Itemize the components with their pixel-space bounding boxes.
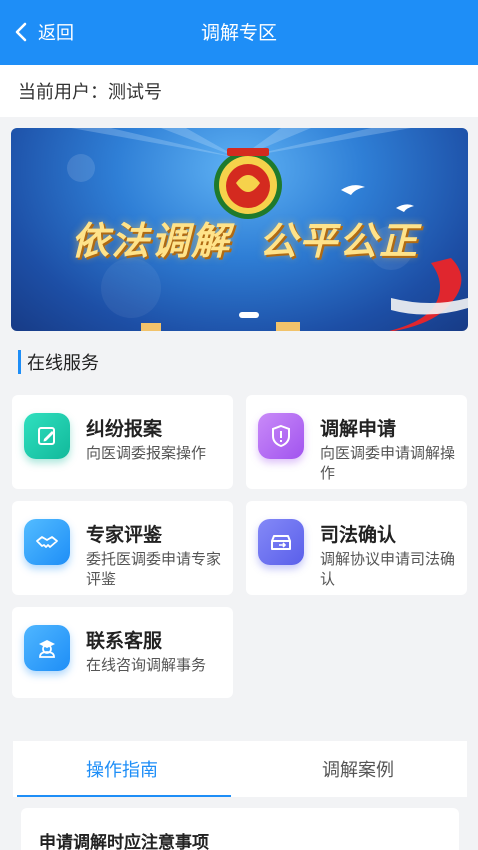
service-card-dispute-report[interactable]: 纠纷报案 向医调委报案操作 xyxy=(12,395,233,489)
online-services-title: 在线服务 xyxy=(27,353,99,374)
notice-title: 申请调解时应注意事项 xyxy=(39,833,209,850)
edit-icon xyxy=(24,413,70,459)
carousel-indicator[interactable] xyxy=(239,312,259,318)
shield-alert-icon xyxy=(258,413,304,459)
service-desc: 向医调委申请调解操作 xyxy=(320,444,456,482)
current-user-bar: 当前用户：测试号 xyxy=(0,65,478,117)
handshake-icon xyxy=(24,519,70,565)
section-accent-bar xyxy=(18,350,21,374)
tab-mediation-cases[interactable]: 调解案例 xyxy=(249,741,467,797)
service-card-mediation-apply[interactable]: 调解申请 向医调委申请调解操作 xyxy=(246,395,467,489)
agent-icon xyxy=(24,625,70,671)
top-bar: 返回 调解专区 xyxy=(0,0,478,65)
current-user-label: 当前用户：测试号 xyxy=(18,82,162,103)
notice-card[interactable]: 申请调解时应注意事项 xyxy=(21,808,459,850)
guide-tabs: 操作指南 调解案例 xyxy=(13,741,467,797)
service-card-customer-service[interactable]: 联系客服 在线咨询调解事务 xyxy=(12,607,233,698)
service-title: 司法确认 xyxy=(320,524,397,546)
service-title: 联系客服 xyxy=(86,630,163,652)
service-card-judicial-confirm[interactable]: 司法确认 调解协议申请司法确认 xyxy=(246,501,467,595)
online-services-heading: 在线服务 xyxy=(18,350,99,374)
service-desc: 在线咨询调解事务 xyxy=(86,656,207,674)
service-title: 调解申请 xyxy=(320,418,397,440)
document-box-icon xyxy=(258,519,304,565)
service-desc: 委托医调委申请专家评鉴 xyxy=(86,550,222,588)
banner-carousel[interactable]: 依法调解 公平公正 xyxy=(11,128,468,331)
page-title: 调解专区 xyxy=(200,22,277,44)
service-card-expert-review[interactable]: 专家评鉴 委托医调委申请专家评鉴 xyxy=(12,501,233,595)
service-desc: 向医调委报案操作 xyxy=(86,444,207,462)
service-title: 专家评鉴 xyxy=(86,524,163,546)
service-desc: 调解协议申请司法确认 xyxy=(320,550,456,588)
banner-slogan-right: 公平公正 xyxy=(259,218,420,263)
service-title: 纠纷报案 xyxy=(86,418,163,440)
tab-operation-guide[interactable]: 操作指南 xyxy=(13,741,231,797)
banner-slogan-left: 依法调解 xyxy=(71,218,232,263)
